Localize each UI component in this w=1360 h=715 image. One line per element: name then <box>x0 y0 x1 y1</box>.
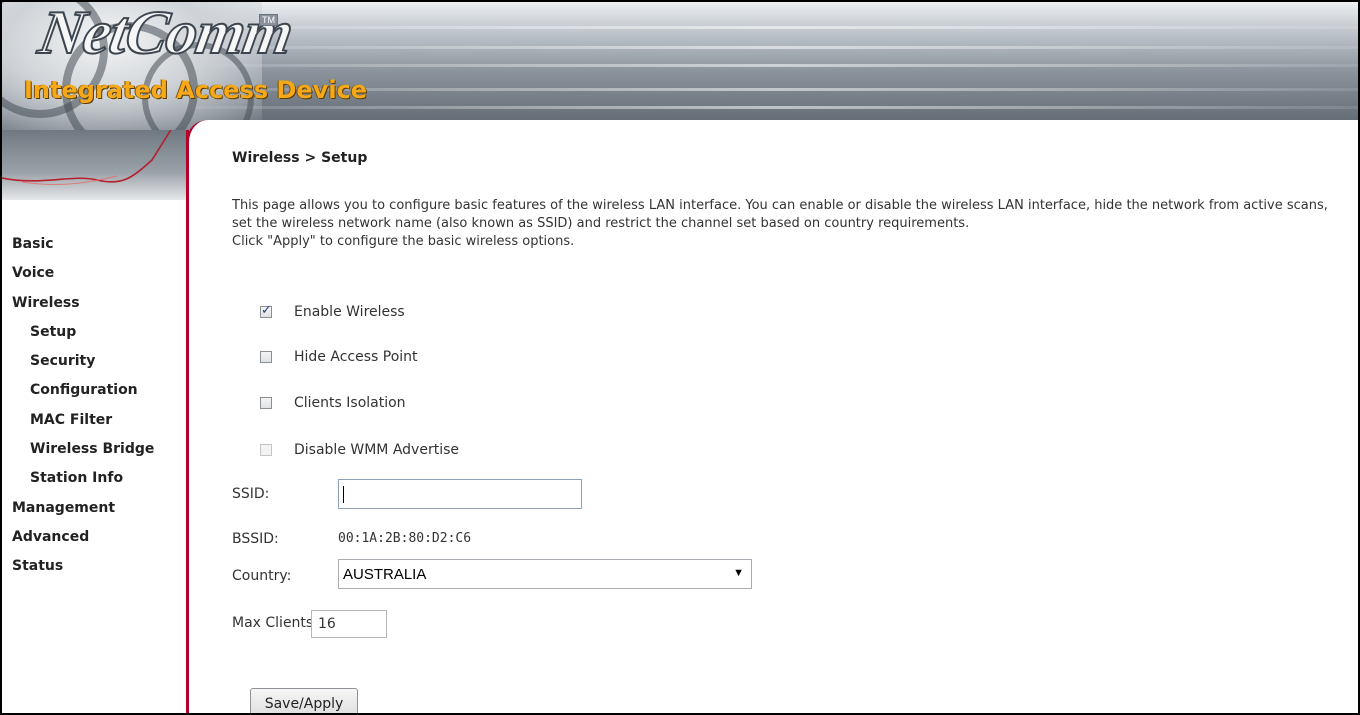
sidebar-item-setup[interactable]: Setup <box>12 318 154 347</box>
sidebar-item-station-info[interactable]: Station Info <box>12 464 154 493</box>
trademark-badge: TM <box>259 14 278 26</box>
chevron-down-icon: ▼ <box>733 567 744 579</box>
sidebar-item-configuration[interactable]: Configuration <box>12 376 154 405</box>
main-content: Wireless > Setup This page allows you to… <box>232 150 1352 713</box>
sidebar-item-wireless[interactable]: Wireless <box>12 289 154 318</box>
ssid-input[interactable] <box>338 479 582 509</box>
sidebar-item-mac-filter[interactable]: MAC Filter <box>12 406 154 435</box>
sidebar: Basic Voice Wireless Setup Security Conf… <box>2 130 186 713</box>
text-caret <box>343 486 344 503</box>
spark-graphic <box>2 130 172 185</box>
disable-wmm-checkbox <box>260 444 272 456</box>
brand-logo: NetComm <box>33 2 298 68</box>
page-title: Wireless > Setup <box>232 150 368 166</box>
sidebar-item-wireless-bridge[interactable]: Wireless Bridge <box>12 435 154 464</box>
browser-frame: NetComm TM Integrated Access Device Basi… <box>0 0 1360 715</box>
content-corner <box>186 120 229 160</box>
hide-access-point-row: Hide Access Point <box>260 348 418 366</box>
clients-isolation-row: Clients Isolation <box>260 394 406 412</box>
enable-wireless-checkbox[interactable] <box>260 303 272 318</box>
sidebar-item-basic[interactable]: Basic <box>12 230 154 259</box>
country-selected-value: AUSTRALIA <box>343 565 427 583</box>
max-clients-input[interactable]: 16 <box>311 610 387 638</box>
country-label: Country: <box>232 568 292 584</box>
enable-wireless-label: Enable Wireless <box>294 304 405 320</box>
description-text: This page allows you to configure basic … <box>232 198 1328 231</box>
clients-isolation-label: Clients Isolation <box>294 395 406 411</box>
page-description: This page allows you to configure basic … <box>232 197 1342 251</box>
ssid-label: SSID: <box>232 486 270 502</box>
clients-isolation-checkbox[interactable] <box>260 397 272 409</box>
product-subtitle: Integrated Access Device <box>24 76 368 104</box>
bssid-value: 00:1A:2B:80:D2:C6 <box>338 531 472 546</box>
max-clients-label: Max Clients: <box>232 615 318 631</box>
header-banner: NetComm TM Integrated Access Device <box>2 2 1358 130</box>
description-instruction: Click "Apply" to configure the basic wir… <box>232 234 575 249</box>
hide-access-point-checkbox[interactable] <box>260 351 272 363</box>
sidebar-item-security[interactable]: Security <box>12 347 154 376</box>
hide-access-point-label: Hide Access Point <box>294 349 418 365</box>
sidebar-decoration <box>2 130 186 200</box>
disable-wmm-label: Disable WMM Advertise <box>294 442 459 458</box>
sidebar-divider <box>186 130 189 713</box>
sidebar-nav: Basic Voice Wireless Setup Security Conf… <box>12 230 154 582</box>
disable-wmm-row: Disable WMM Advertise <box>260 441 459 459</box>
enable-wireless-row: Enable Wireless <box>260 303 405 321</box>
country-select[interactable]: AUSTRALIA ▼ <box>338 559 752 589</box>
bssid-label: BSSID: <box>232 531 279 547</box>
content-top-edge <box>206 120 1358 140</box>
save-apply-button[interactable]: Save/Apply <box>250 688 358 713</box>
sidebar-item-status[interactable]: Status <box>12 552 154 581</box>
sidebar-item-management[interactable]: Management <box>12 494 154 523</box>
sidebar-item-voice[interactable]: Voice <box>12 259 154 288</box>
sidebar-item-advanced[interactable]: Advanced <box>12 523 154 552</box>
